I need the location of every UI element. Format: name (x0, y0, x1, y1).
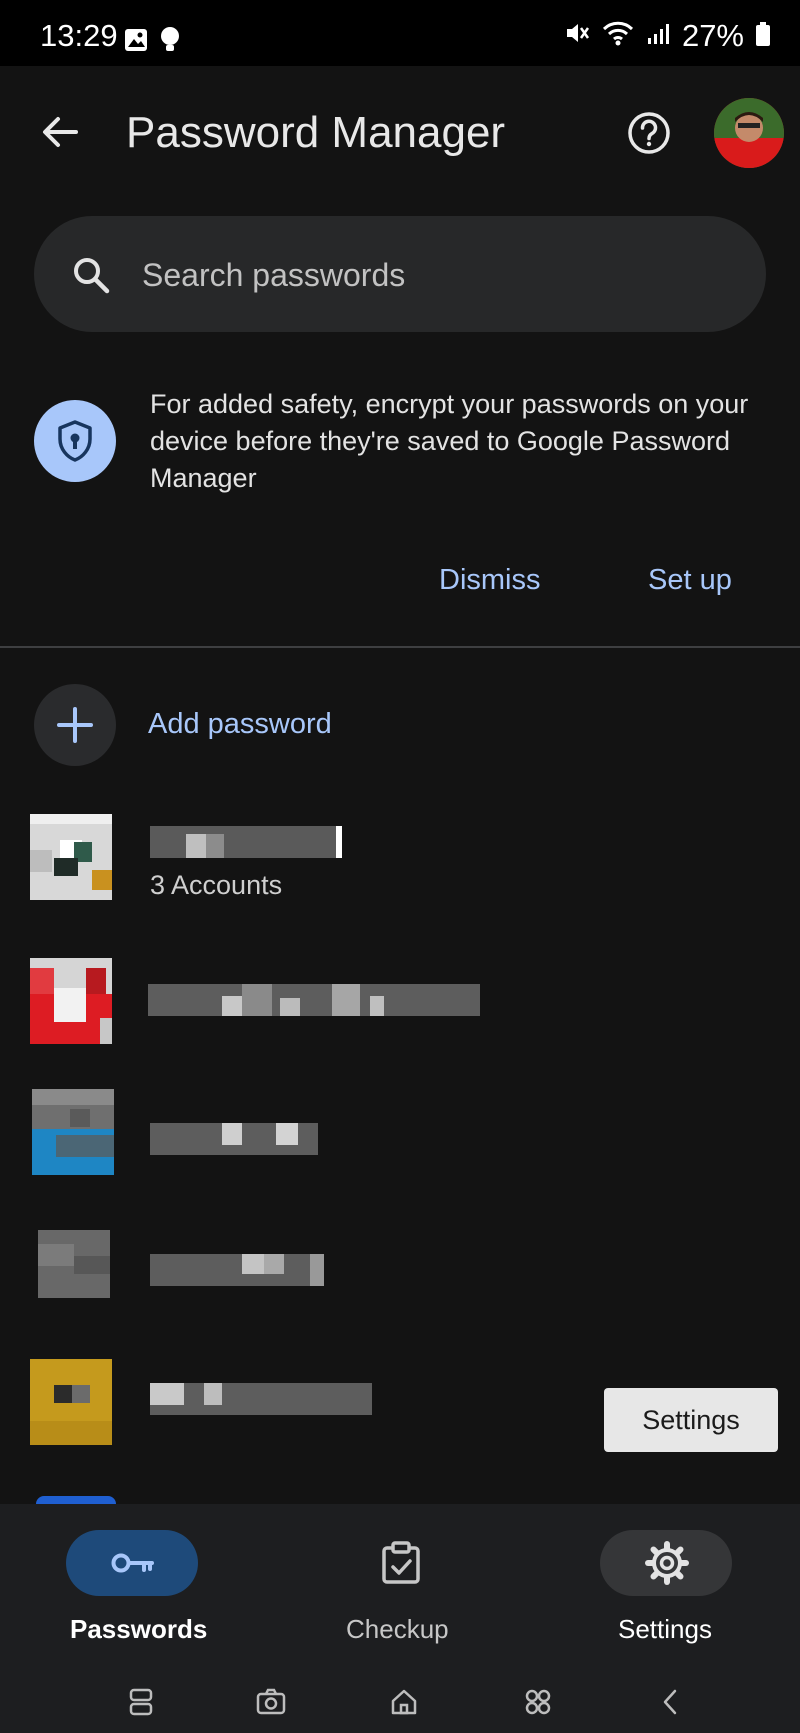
apps-grid-icon[interactable] (524, 1688, 552, 1721)
battery-percentage: 27% (681, 18, 744, 53)
tab-settings-label: Settings (618, 1614, 712, 1644)
list-item[interactable] (0, 1075, 800, 1185)
home-icon[interactable] (390, 1688, 418, 1721)
status-time: 13:29 (40, 18, 118, 53)
site-favicon (30, 958, 112, 1044)
tab-checkup-label: Checkup (346, 1614, 449, 1644)
battery-icon (756, 18, 770, 54)
site-name (150, 826, 342, 858)
shield-lock-icon (34, 400, 116, 482)
settings-tooltip: Settings (604, 1388, 778, 1452)
site-favicon (36, 1496, 116, 1504)
encryption-banner-text: For added safety, encrypt your passwords… (150, 389, 749, 493)
recent-apps-icon[interactable] (128, 1688, 154, 1721)
camera-icon[interactable] (256, 1688, 286, 1721)
gear-icon (644, 1540, 690, 1591)
key-icon (110, 1545, 156, 1586)
page-title: Password Manager (126, 108, 506, 157)
mute-icon (564, 18, 590, 54)
system-back-icon[interactable] (660, 1688, 680, 1721)
tab-passwords[interactable]: Passwords (66, 1530, 208, 1654)
tab-settings[interactable]: Settings (600, 1530, 740, 1654)
site-name (150, 1383, 372, 1415)
tab-passwords-label: Passwords (70, 1614, 208, 1644)
tab-checkup[interactable]: Checkup (334, 1530, 466, 1654)
site-favicon (30, 1359, 112, 1445)
clipboard-check-icon (378, 1540, 424, 1591)
site-favicon (30, 814, 112, 900)
help-icon[interactable] (626, 110, 672, 156)
search-icon (70, 254, 112, 296)
account-count: 3 Accounts (150, 870, 283, 900)
avatar[interactable] (714, 98, 784, 168)
wifi-icon (602, 18, 634, 54)
site-name (150, 1254, 324, 1286)
site-favicon (32, 1089, 114, 1175)
list-item[interactable] (0, 1210, 800, 1320)
dismiss-button[interactable]: Dismiss (439, 564, 541, 597)
list-item[interactable]: 3 Accounts (0, 800, 800, 910)
lightbulb-icon (160, 26, 180, 59)
signal-icon (646, 18, 670, 54)
site-name (150, 1123, 318, 1155)
back-arrow-icon[interactable] (38, 110, 82, 154)
list-item[interactable] (0, 940, 800, 1050)
add-password-button[interactable]: Add password (148, 708, 332, 741)
set-up-button[interactable]: Set up (648, 564, 732, 597)
site-favicon (38, 1230, 110, 1298)
search-input[interactable] (140, 246, 724, 304)
gallery-icon (124, 28, 148, 57)
divider (0, 646, 800, 648)
add-icon[interactable] (34, 684, 116, 766)
site-name (148, 984, 480, 1016)
